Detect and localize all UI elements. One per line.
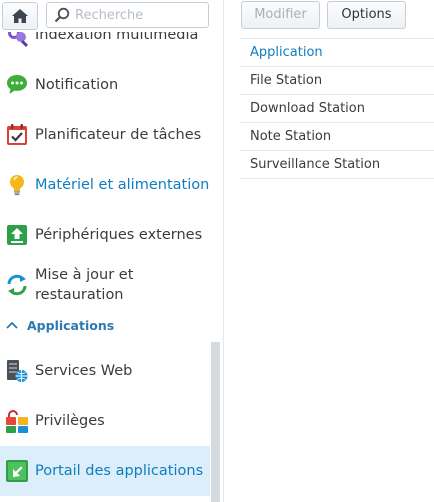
privileges-blocks-icon (6, 410, 28, 433)
search-input[interactable] (75, 6, 203, 24)
list-item[interactable]: Note Station (240, 123, 434, 151)
search-box[interactable] (46, 2, 209, 28)
sidebar-item-hardware-power[interactable]: Matériel et alimentation (0, 169, 210, 201)
sidebar-item-notification[interactable]: Notification (0, 69, 210, 101)
sidebar-item-label: Portail des applications (35, 463, 204, 479)
modify-button[interactable]: Modifier (241, 1, 320, 29)
notification-chat-icon (7, 75, 27, 94)
sidebar-item-application-portal[interactable]: Portail des applications (0, 446, 210, 496)
application-list: Application File Station Download Statio… (240, 38, 434, 179)
section-header-applications[interactable]: Applications (0, 316, 210, 338)
search-icon (54, 7, 70, 23)
sidebar-item-label: Périphériques externes (35, 227, 203, 243)
sidebar-item-label: Privilèges (35, 413, 105, 429)
sidebar-item-label: Services Web (35, 363, 133, 379)
chevron-up-icon (6, 321, 18, 329)
upload-arrow-icon (7, 225, 27, 245)
sidebar-item-task-scheduler[interactable]: Planificateur de tâches (0, 119, 210, 151)
home-icon (12, 9, 28, 23)
sidebar-item-label-line2: restauration (35, 287, 124, 303)
sidebar-item-external-devices[interactable]: Périphériques externes (0, 219, 210, 251)
list-item[interactable]: File Station (240, 67, 434, 95)
refresh-arrows-icon (7, 274, 27, 296)
sidebar-item-update-restore[interactable]: Mise à jour et restauration (0, 262, 210, 308)
web-server-icon (7, 360, 28, 382)
sidebar-item-privileges[interactable]: Privilèges (0, 404, 210, 438)
section-label: Applications (27, 318, 115, 333)
sidebar-scrollbar[interactable] (211, 342, 220, 502)
sidebar-item-web-services[interactable]: Services Web (0, 354, 210, 388)
list-item[interactable]: Download Station (240, 95, 434, 123)
sidebar-item-label: Notification (35, 77, 119, 93)
sidebar-item-label: Matériel et alimentation (35, 177, 210, 193)
calendar-check-icon (7, 124, 27, 145)
home-button[interactable] (2, 2, 38, 30)
lightbulb-icon (10, 175, 24, 196)
options-button[interactable]: Options (327, 1, 406, 29)
list-item[interactable]: Application (240, 39, 434, 67)
settings-sidebar: Indexation multimédia Notification Plani… (0, 0, 224, 502)
sidebar-item-label-line1: Mise à jour et (35, 267, 134, 283)
main-panel: Modifier Options Application File Statio… (225, 0, 434, 502)
sidebar-toolbar (0, 0, 223, 32)
sidebar-item-label: Planificateur de tâches (35, 127, 202, 143)
list-item[interactable]: Surveillance Station (240, 151, 434, 179)
app-portal-icon (6, 460, 28, 482)
